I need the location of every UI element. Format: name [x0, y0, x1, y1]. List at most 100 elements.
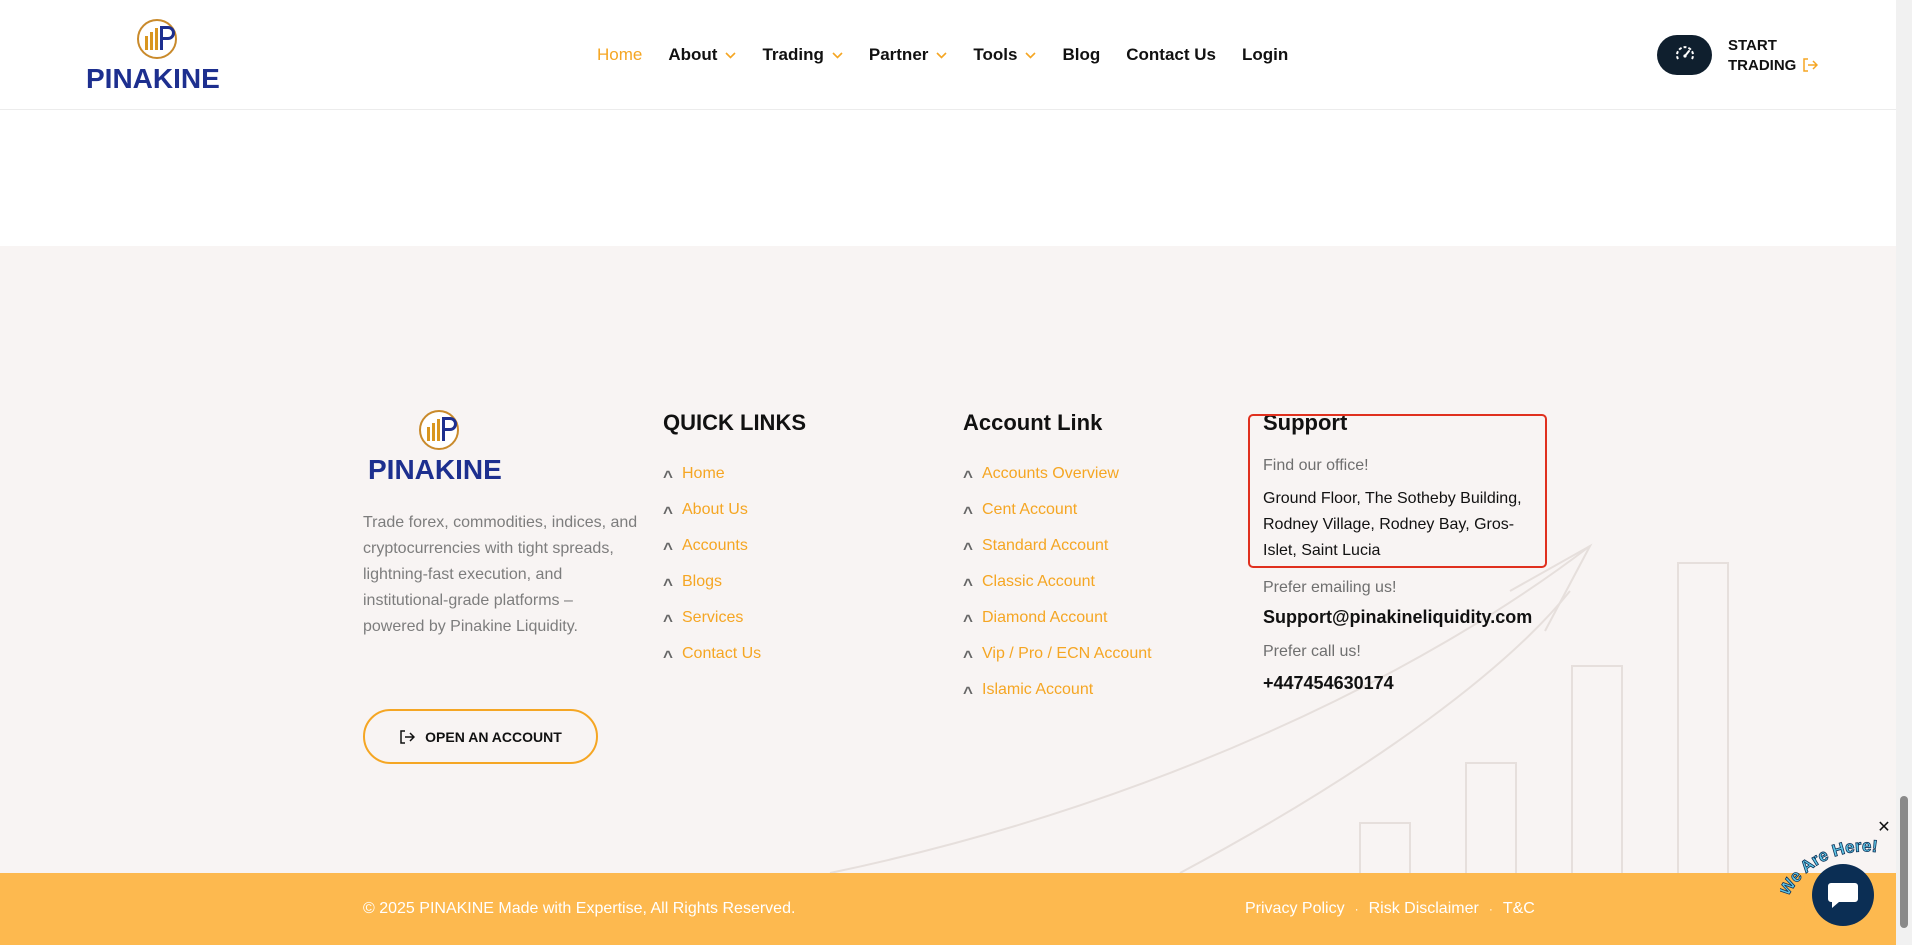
- nav-blog[interactable]: Blog: [1062, 45, 1100, 65]
- bottom-bar: © 2025 PINAKINE Made with Expertise, All…: [0, 873, 1896, 945]
- support-email-link[interactable]: Support@pinakineliquidity.com: [1263, 606, 1543, 628]
- nav-tools-label: Tools: [973, 45, 1018, 64]
- main-nav: Home About Trading Partner Tools Blog Co…: [597, 44, 1314, 66]
- pinakine-logo-icon: PINAKINE: [86, 19, 220, 94]
- site-header: PINAKINE Home About Trading Partner Tool…: [0, 0, 1896, 110]
- caret-up-icon: ^: [963, 611, 973, 630]
- account-link-label: Standard Account: [982, 537, 1109, 554]
- separator-dot: ·: [1488, 902, 1493, 916]
- speedometer-icon: [1675, 46, 1694, 60]
- start-trading-line2: TRADING: [1728, 57, 1797, 74]
- chat-close-button[interactable]: ✕: [1876, 820, 1892, 836]
- sign-out-icon: [1803, 58, 1819, 72]
- account-link-classic[interactable]: ^ Classic Account: [963, 564, 1152, 600]
- growth-chart-background-art: [829, 543, 1729, 873]
- header-logo[interactable]: PINAKINE: [84, 18, 230, 94]
- privacy-policy-link[interactable]: Privacy Policy: [1245, 900, 1345, 918]
- caret-up-icon: ^: [963, 539, 973, 558]
- scrollbar-thumb[interactable]: [1900, 796, 1908, 928]
- nav-home-label: Home: [597, 45, 643, 64]
- account-link-diamond[interactable]: ^ Diamond Account: [963, 600, 1152, 636]
- pinakine-logo-icon: PINAKINE: [368, 410, 502, 485]
- start-trading-link[interactable]: START TRADING: [1728, 36, 1819, 76]
- logo-wordmark: PINAKINE: [86, 63, 220, 94]
- quick-link-label: About Us: [682, 501, 748, 518]
- nav-home[interactable]: Home: [597, 45, 642, 65]
- risk-disclaimer-link[interactable]: Risk Disclaimer: [1369, 900, 1479, 918]
- account-links-title: Account Link: [963, 410, 1103, 435]
- footer-logo[interactable]: PINAKINE: [366, 409, 512, 485]
- nav-about-label: About: [668, 45, 718, 64]
- caret-up-icon: ^: [663, 647, 673, 666]
- nav-contact-label: Contact Us: [1126, 45, 1216, 64]
- site-footer: PINAKINE Trade forex, commodities, indic…: [0, 246, 1896, 873]
- quick-link-label: Services: [682, 609, 744, 626]
- account-link-label: Classic Account: [982, 573, 1095, 590]
- separator-dot: ·: [1354, 902, 1359, 916]
- chat-open-button[interactable]: [1812, 864, 1874, 926]
- logo-wordmark: PINAKINE: [368, 454, 502, 485]
- open-account-label: OPEN AN ACCOUNT: [425, 728, 562, 745]
- nav-trading-label: Trading: [762, 45, 824, 64]
- caret-up-icon: ^: [663, 467, 673, 486]
- nav-partner-label: Partner: [868, 45, 929, 64]
- nav-trading[interactable]: Trading: [762, 45, 843, 65]
- chevron-down-icon: [725, 51, 737, 59]
- page-scrollbar[interactable]: [1896, 0, 1912, 945]
- quick-link-about[interactable]: ^ About Us: [663, 492, 806, 528]
- office-address: Ground Floor, The Sotheby Building, Rodn…: [1263, 490, 1522, 559]
- nav-contact[interactable]: Contact Us: [1126, 45, 1216, 65]
- office-label: Find our office!: [1263, 457, 1369, 474]
- sign-in-icon: [400, 729, 416, 744]
- phone-label: Prefer call us!: [1263, 643, 1361, 660]
- support-phone-link[interactable]: +447454630174: [1263, 672, 1543, 694]
- account-link-label: Cent Account: [982, 501, 1078, 518]
- chevron-down-icon: [832, 51, 843, 59]
- account-link-label: Vip / Pro / ECN Account: [982, 645, 1152, 662]
- account-link-label: Accounts Overview: [982, 465, 1119, 482]
- caret-up-icon: ^: [963, 575, 973, 594]
- account-link-cent[interactable]: ^ Cent Account: [963, 492, 1152, 528]
- quick-link-contact[interactable]: ^ Contact Us: [663, 636, 806, 672]
- nav-login[interactable]: Login: [1242, 45, 1288, 65]
- quick-link-label: Home: [682, 465, 725, 482]
- account-links-column: Account Link ^ Accounts Overview ^ Cent Ac…: [963, 410, 1152, 708]
- caret-up-icon: ^: [663, 503, 673, 522]
- quick-link-accounts[interactable]: ^ Accounts: [663, 528, 806, 564]
- chat-bubble-icon: [1828, 883, 1858, 908]
- nav-about[interactable]: About: [668, 45, 737, 65]
- account-link-standard[interactable]: ^ Standard Account: [963, 528, 1152, 564]
- quick-link-label: Contact Us: [682, 645, 762, 662]
- support-title: Support: [1263, 410, 1348, 435]
- account-link-label: Diamond Account: [982, 609, 1108, 626]
- account-link-label: Islamic Account: [982, 681, 1094, 698]
- quick-link-services[interactable]: ^ Services: [663, 600, 806, 636]
- caret-up-icon: ^: [663, 575, 673, 594]
- nav-partner[interactable]: Partner: [869, 45, 948, 65]
- email-label: Prefer emailing us!: [1263, 579, 1397, 596]
- terms-link[interactable]: T&C: [1503, 900, 1535, 918]
- chevron-down-icon: [936, 51, 947, 59]
- dashboard-button[interactable]: [1657, 35, 1712, 75]
- quick-link-label: Accounts: [682, 537, 748, 554]
- nav-tools[interactable]: Tools: [973, 45, 1037, 65]
- nav-blog-label: Blog: [1062, 45, 1101, 64]
- quick-links-column: QUICK LINKS ^ Home ^ About Us ^ Accounts ^ B…: [663, 410, 806, 672]
- account-link-overview[interactable]: ^ Accounts Overview: [963, 456, 1152, 492]
- nav-login-label: Login: [1241, 45, 1289, 64]
- quick-link-blogs[interactable]: ^ Blogs: [663, 564, 806, 600]
- chevron-down-icon: [1025, 51, 1037, 59]
- open-account-button[interactable]: OPEN AN ACCOUNT: [363, 709, 598, 764]
- quick-links-title: QUICK LINKS: [663, 410, 806, 435]
- account-link-vip[interactable]: ^ Vip / Pro / ECN Account: [963, 636, 1152, 672]
- caret-up-icon: ^: [963, 647, 973, 666]
- account-link-islamic[interactable]: ^ Islamic Account: [963, 672, 1152, 708]
- caret-up-icon: ^: [663, 611, 673, 630]
- caret-up-icon: ^: [663, 539, 673, 558]
- quick-link-home[interactable]: ^ Home: [663, 456, 806, 492]
- start-trading-line1: START: [1728, 37, 1777, 54]
- legal-links: Privacy Policy · Risk Disclaimer · T&C: [1245, 900, 1535, 918]
- support-column: Support Find our office! Ground Floor, T…: [1263, 410, 1543, 694]
- footer-about-text: Trade forex, commodities, indices, and c…: [363, 514, 638, 635]
- copyright-text: © 2025 PINAKINE Made with Expertise, All…: [363, 900, 796, 917]
